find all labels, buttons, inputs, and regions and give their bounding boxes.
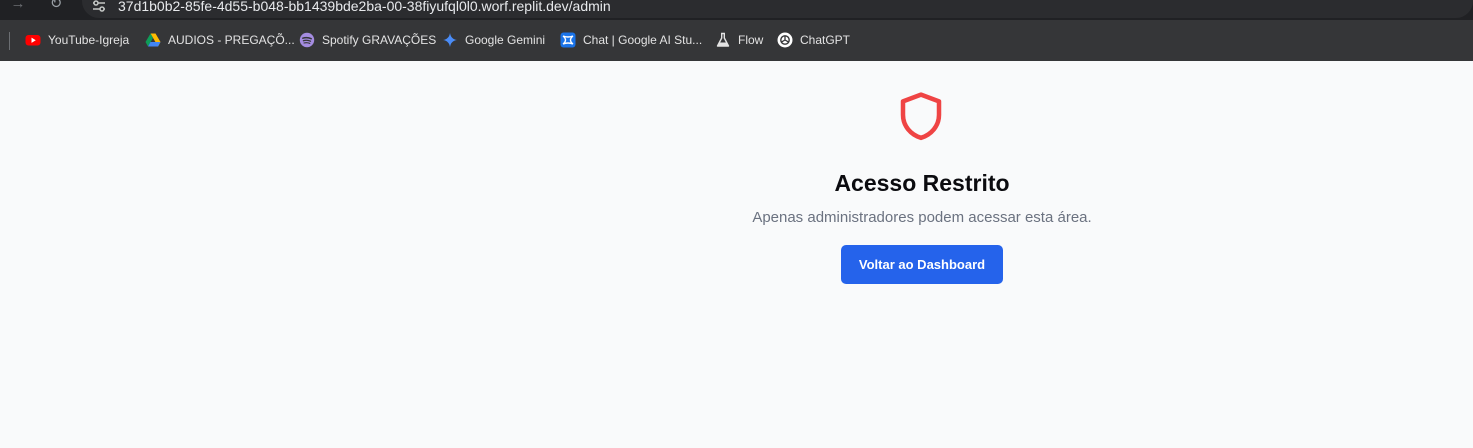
gemini-icon (443, 33, 457, 47)
google-drive-icon (145, 33, 161, 47)
ai-studio-icon (560, 32, 576, 48)
flask-icon (716, 32, 730, 47)
bookmark-chatgpt[interactable]: ChatGPT (777, 30, 850, 50)
bookmark-label: ChatGPT (800, 33, 851, 47)
address-bar[interactable]: 37d1b0b2-85fe-4d55-b048-bb1439bde2ba-00-… (82, 0, 1473, 18)
bookmark-audios-pregacoes[interactable]: AUDIOS - PREGAÇÕ... (145, 30, 295, 50)
page-content: Acesso Restrito Apenas administradores p… (0, 61, 1473, 448)
bookmark-label: Google Gemini (465, 33, 546, 47)
bookmark-google-ai-studio[interactable]: Chat | Google AI Stu... (560, 30, 702, 50)
reload-icon[interactable]: ↻ (46, 0, 66, 14)
bookmark-label: AUDIOS - PREGAÇÕ... (168, 33, 295, 47)
bookmark-youtube-igreja[interactable]: YouTube-Igreja (25, 30, 129, 50)
bookmark-flow[interactable]: Flow (715, 30, 763, 50)
bookmark-label: YouTube-Igreja (48, 33, 130, 47)
bookmark-google-gemini[interactable]: Google Gemini (442, 30, 545, 50)
bookmarks-bar: YouTube-Igreja AUDIOS - PREGAÇÕ... Spoti… (0, 20, 1473, 61)
bookmark-label: Chat | Google AI Stu... (583, 33, 703, 47)
arrow-right-icon[interactable]: → (8, 0, 28, 14)
browser-toolbar: → ↻ 37d1b0b2-85fe-4d55-b048-bb1439bde2ba… (0, 0, 1473, 20)
bookmark-label: Flow (738, 33, 764, 47)
bookmark-spotify-gravacoes[interactable]: Spotify GRAVAÇÕES (299, 30, 436, 50)
tune-icon[interactable] (91, 0, 107, 14)
back-to-dashboard-button[interactable]: Voltar ao Dashboard (841, 245, 1003, 284)
chatgpt-icon (777, 32, 793, 48)
url-text[interactable]: 37d1b0b2-85fe-4d55-b048-bb1439bde2ba-00-… (118, 0, 611, 15)
bookmark-label: Spotify GRAVAÇÕES (322, 33, 437, 47)
bookmarks-divider (9, 32, 10, 50)
spotify-icon (299, 32, 315, 48)
youtube-icon (25, 35, 41, 46)
restricted-message: Apenas administradores podem acessar est… (752, 209, 1092, 226)
shield-icon (900, 92, 942, 141)
page-title: Acesso Restrito (834, 170, 1010, 196)
